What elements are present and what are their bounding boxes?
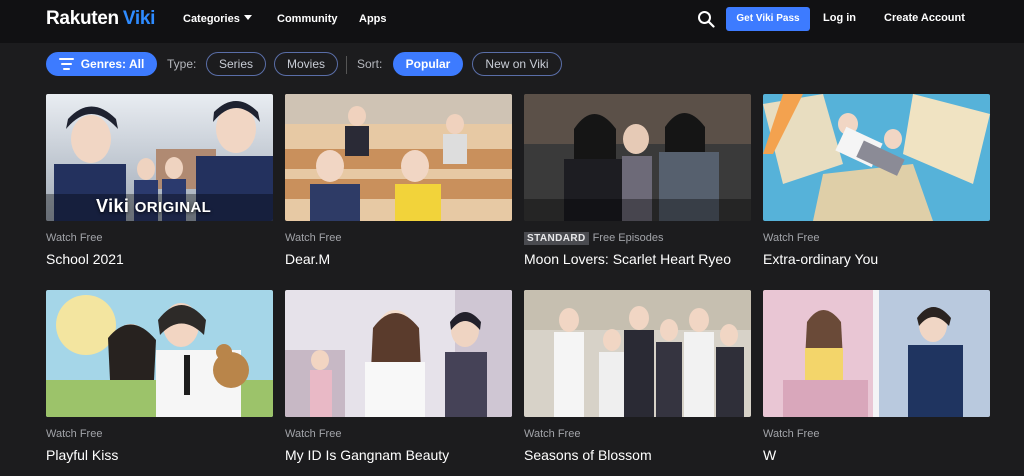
show-thumbnail[interactable] [763, 290, 990, 417]
availability-label: Watch Free [46, 232, 103, 244]
show-thumbnail[interactable] [285, 290, 512, 417]
genres-filter-label: Genres: All [80, 57, 145, 71]
logo-product: Viki [122, 8, 156, 29]
availability-label: Watch Free [763, 232, 820, 244]
show-title[interactable]: School 2021 [46, 251, 124, 267]
show-title[interactable]: My ID Is Gangnam Beauty [285, 447, 449, 463]
overlay-sub: ORIGINAL [134, 199, 212, 216]
show-title[interactable]: W [763, 447, 776, 463]
nav-categories-label: Categories [183, 13, 240, 25]
filter-divider [346, 56, 347, 74]
show-card-dear-m[interactable]: Watch Free Dear.M [285, 94, 512, 267]
availability-label: Watch Free [285, 428, 342, 440]
type-series-button[interactable]: Series [206, 52, 266, 76]
show-thumbnail[interactable] [763, 94, 990, 221]
show-card-my-id-is-gangnam-beauty[interactable]: Watch Free My ID Is Gangnam Beauty [285, 290, 512, 463]
logo-brand: Rakuten [46, 8, 119, 29]
search-icon[interactable] [697, 10, 715, 28]
create-account-link[interactable]: Create Account [884, 12, 965, 24]
show-card-extra-ordinary-you[interactable]: Watch Free Extra-ordinary You [763, 94, 990, 267]
show-title[interactable]: Moon Lovers: Scarlet Heart Ryeo [524, 251, 731, 267]
show-thumbnail[interactable] [285, 94, 512, 221]
top-nav: Rakuten Viki Categories Community Apps Ge… [0, 0, 1024, 43]
standard-badge: STANDARD [524, 232, 589, 245]
genres-filter-button[interactable]: Genres: All [46, 52, 157, 76]
show-title[interactable]: Dear.M [285, 251, 330, 267]
get-viki-pass-button[interactable]: Get Viki Pass [726, 7, 810, 31]
type-movies-button[interactable]: Movies [274, 52, 338, 76]
show-card-playful-kiss[interactable]: Watch Free Playful Kiss [46, 290, 273, 463]
show-card-seasons-of-blossom[interactable]: Watch Free Seasons of Blossom [524, 290, 751, 463]
show-title[interactable]: Playful Kiss [46, 447, 118, 463]
nav-community[interactable]: Community [277, 13, 338, 25]
show-title[interactable]: Seasons of Blossom [524, 447, 652, 463]
availability-label: Watch Free [46, 428, 103, 440]
availability-label: Watch Free [285, 232, 342, 244]
availability-label: STANDARD Free Episodes [524, 232, 664, 245]
show-thumbnail[interactable] [46, 290, 273, 417]
show-card-school-2021[interactable]: Viki ORIGINAL Watch Free School 2021 [46, 94, 273, 267]
show-thumbnail[interactable] [524, 94, 751, 221]
login-link[interactable]: Log in [823, 12, 856, 24]
availability-label: Watch Free [524, 428, 581, 440]
sort-popular-button[interactable]: Popular [393, 52, 463, 76]
overlay-brand: Viki [96, 196, 130, 216]
chevron-down-icon [243, 15, 252, 20]
sort-new-on-viki-button[interactable]: New on Viki [472, 52, 562, 76]
show-thumbnail[interactable]: Viki ORIGINAL [46, 94, 273, 221]
show-title[interactable]: Extra-ordinary You [763, 251, 878, 267]
show-card-w[interactable]: Watch Free W [763, 290, 990, 463]
filter-bar: Genres: All Type: Series Movies Sort: Po… [0, 43, 1024, 85]
sort-label: Sort: [357, 57, 383, 71]
type-label: Type: [167, 57, 197, 71]
nav-apps[interactable]: Apps [359, 13, 387, 25]
availability-text: Free Episodes [592, 232, 664, 244]
rakuten-viki-logo[interactable]: Rakuten Viki [46, 8, 155, 30]
viki-original-overlay: Viki ORIGINAL [96, 196, 211, 217]
availability-label: Watch Free [763, 428, 820, 440]
sliders-icon [58, 58, 74, 70]
show-thumbnail[interactable] [524, 290, 751, 417]
show-card-moon-lovers[interactable]: STANDARD Free Episodes Moon Lovers: Scarl… [524, 94, 751, 267]
nav-categories[interactable]: Categories [183, 13, 252, 25]
